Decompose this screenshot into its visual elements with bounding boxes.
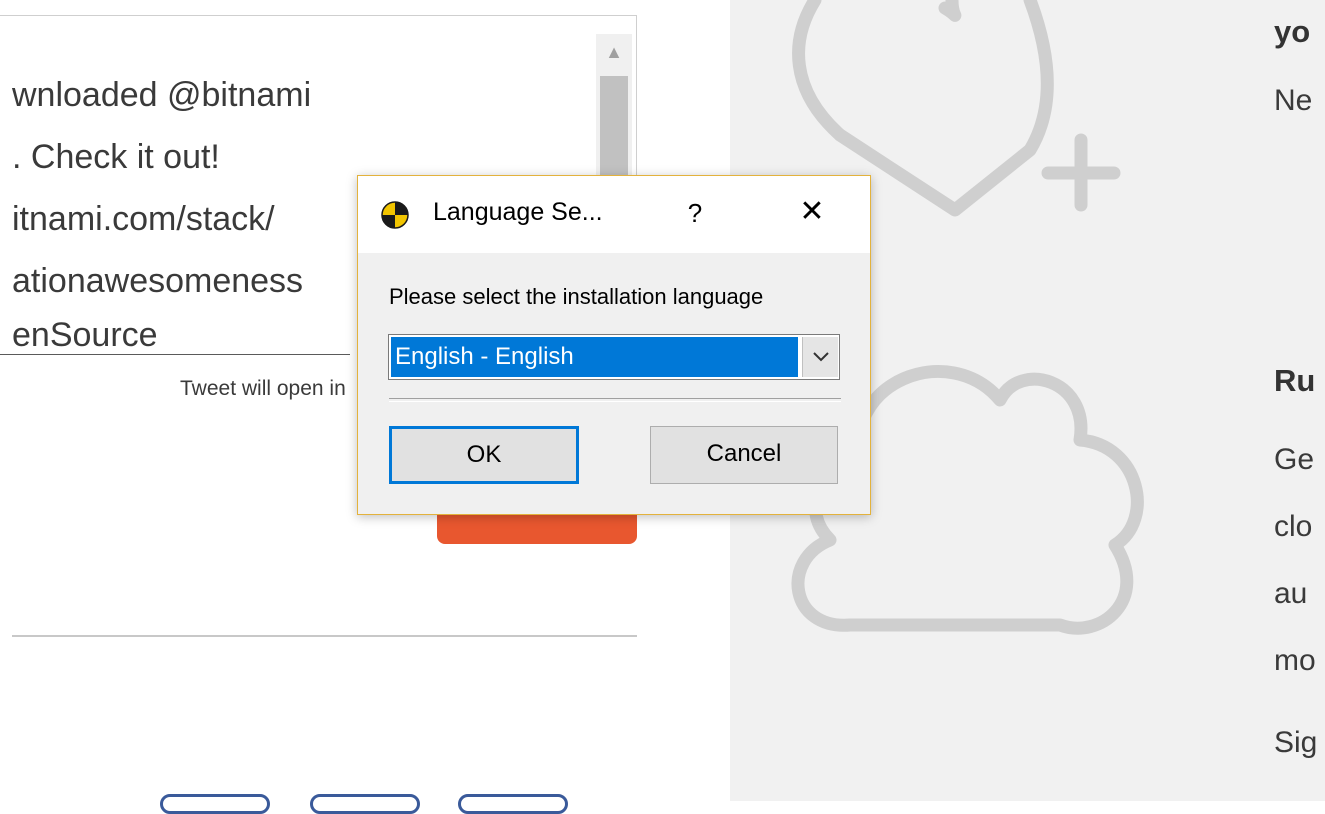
panel-text: Ne	[1274, 84, 1313, 117]
bottom-button[interactable]	[458, 794, 568, 814]
help-button[interactable]: ?	[680, 196, 710, 230]
installer-app-icon	[381, 201, 409, 229]
dialog-separator	[389, 398, 841, 402]
scroll-up-arrow-icon[interactable]: ▲	[602, 34, 626, 70]
bottom-button[interactable]	[160, 794, 270, 814]
close-icon[interactable]: ✕	[794, 194, 830, 230]
panel-text: Ge	[1274, 443, 1315, 476]
language-selection-dialog: Language Se... ? ✕ Please select the ins…	[357, 175, 871, 515]
ok-button[interactable]: OK	[389, 426, 579, 484]
panel-text: mo	[1274, 644, 1316, 677]
cancel-button[interactable]: Cancel	[650, 426, 838, 484]
panel-text: au	[1274, 577, 1308, 610]
bottom-button[interactable]	[310, 794, 420, 814]
tweet-line: wnloaded @bitnami	[12, 76, 312, 114]
language-dropdown[interactable]: English - English	[388, 334, 840, 380]
panel-link[interactable]: Sig	[1274, 726, 1317, 760]
panel-heading: Ru	[1274, 363, 1316, 398]
section-divider	[12, 635, 637, 637]
panel-heading: yo	[1274, 14, 1311, 49]
selected-language[interactable]: English - English	[391, 337, 798, 377]
chevron-down-icon[interactable]	[802, 337, 838, 377]
tweet-underline	[0, 354, 350, 355]
language-prompt: Please select the installation language	[389, 284, 764, 309]
dialog-title: Language Se...	[433, 198, 603, 226]
tweet-note: Tweet will open in a new window	[180, 377, 350, 400]
panel-text: clo	[1274, 510, 1313, 543]
dialog-titlebar[interactable]: Language Se... ? ✕	[358, 176, 870, 253]
